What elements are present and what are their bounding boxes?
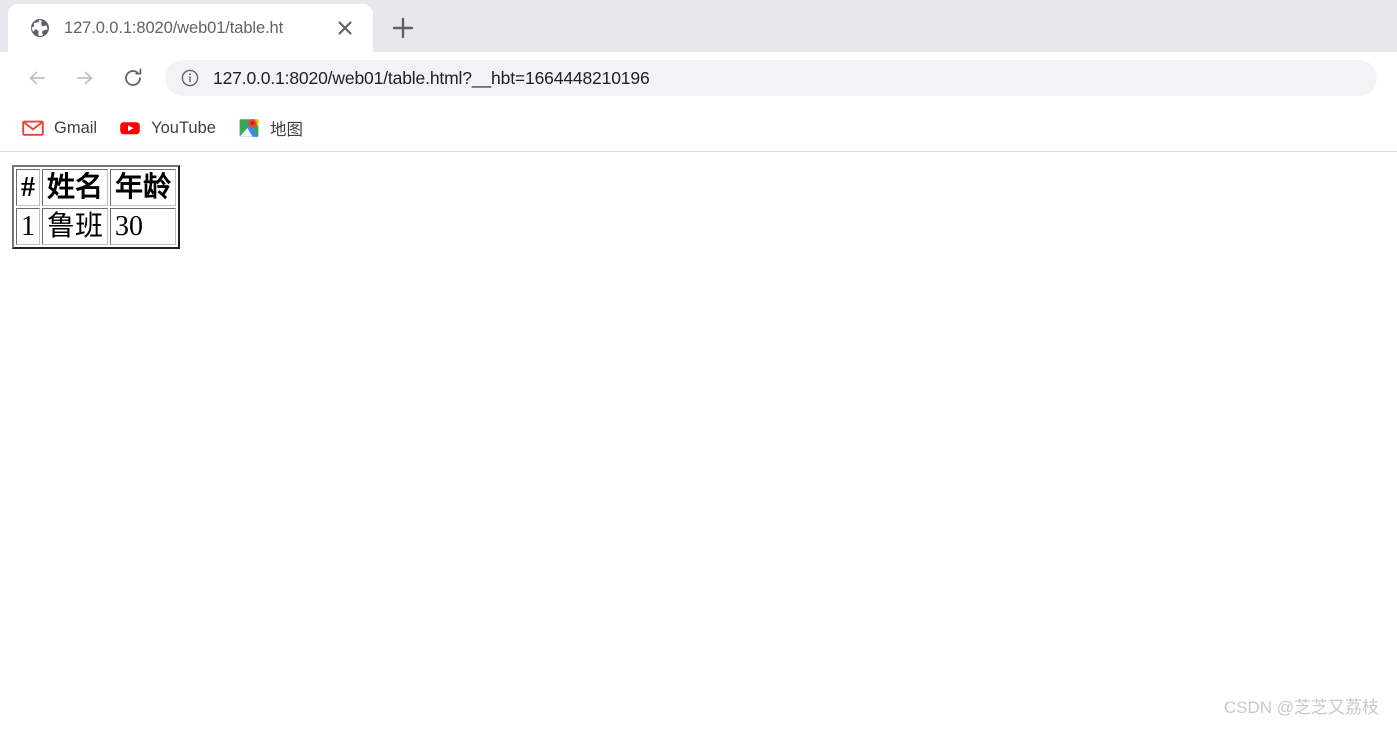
address-bar-text: 127.0.0.1:8020/web01/table.html?__hbt=16… [213,67,650,88]
tab-strip: 127.0.0.1:8020/web01/table.ht [0,0,1397,52]
browser-toolbar: 127.0.0.1:8020/web01/table.html?__hbt=16… [0,52,1397,104]
info-circle-icon[interactable] [181,69,199,87]
table-cell: 30 [110,208,177,246]
table-header-cell: 姓名 [42,169,109,207]
address-bar[interactable]: 127.0.0.1:8020/web01/table.html?__hbt=16… [165,60,1377,96]
google-maps-icon [238,117,260,139]
table-row: 1 鲁班 30 [16,208,177,246]
new-tab-button[interactable] [385,10,421,46]
forward-button[interactable] [68,61,102,95]
bookmarks-bar: Gmail YouTube 地图 [0,104,1397,152]
table-header-cell: 年龄 [110,169,177,207]
table-head: # 姓名 年龄 [16,169,177,207]
bookmark-label: YouTube [151,118,216,137]
reload-button[interactable] [116,61,150,95]
back-button[interactable] [20,61,54,95]
bookmark-label: Gmail [54,118,98,137]
page-viewport: # 姓名 年龄 1 鲁班 30 CSDN @芝芝又荔枝 [0,152,1397,730]
data-table: # 姓名 年龄 1 鲁班 30 [12,165,181,250]
table-cell: 鲁班 [42,208,109,246]
table-header-row: # 姓名 年龄 [16,169,177,207]
bookmark-maps[interactable]: 地图 [230,113,311,143]
youtube-icon [119,117,141,139]
gmail-icon [22,117,44,139]
bookmark-youtube[interactable]: YouTube [111,113,224,143]
table-body: 1 鲁班 30 [16,208,177,246]
browser-tab[interactable]: 127.0.0.1:8020/web01/table.ht [8,4,373,52]
watermark: CSDN @芝芝又荔枝 [1223,698,1379,717]
bookmark-label: 地图 [269,121,303,139]
globe-icon [30,18,50,38]
tab-title: 127.0.0.1:8020/web01/table.ht [64,18,284,37]
table-header-cell: # [16,169,40,207]
close-icon[interactable] [335,18,355,38]
table-cell: 1 [16,208,40,246]
bookmark-gmail[interactable]: Gmail [14,113,105,143]
